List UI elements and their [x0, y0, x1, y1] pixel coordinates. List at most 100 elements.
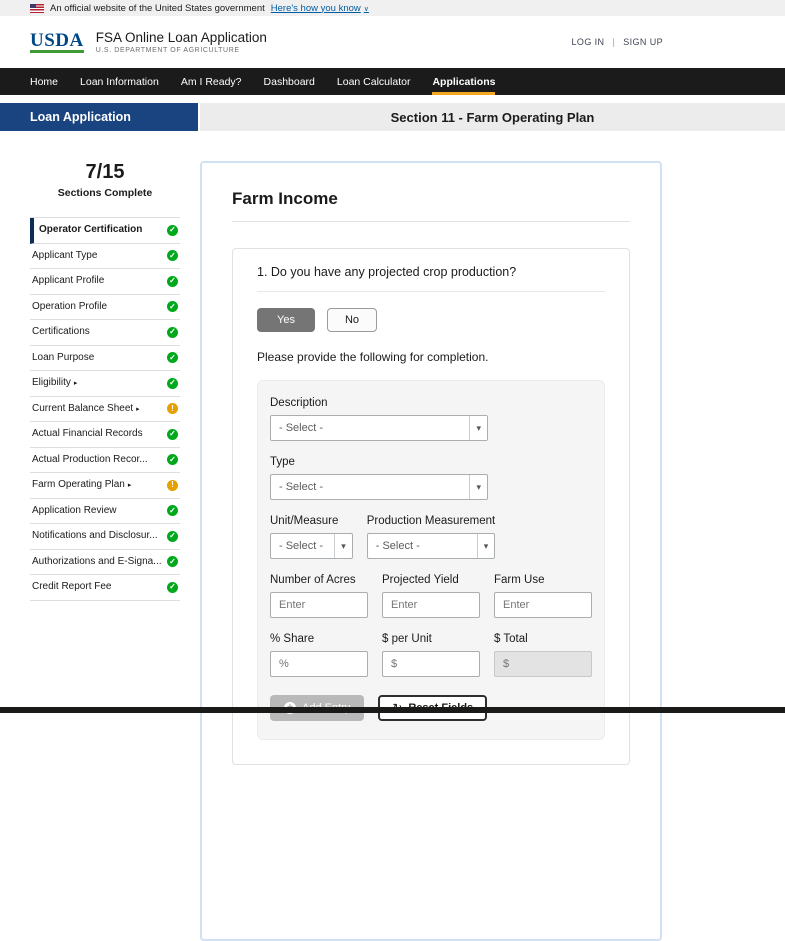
- section-label: Authorizations and E-Signa...: [32, 556, 162, 569]
- section-label: Operator Certification: [39, 224, 162, 237]
- sidebar-item-actual-production-recor[interactable]: Actual Production Recor...✓: [30, 448, 180, 474]
- sidebar-item-application-review[interactable]: Application Review✓: [30, 499, 180, 525]
- unit-measure-label: Unit/Measure: [270, 515, 353, 527]
- sidebar-item-certifications[interactable]: Certifications ✓: [30, 320, 180, 346]
- us-flag-icon: [30, 4, 44, 13]
- per-unit-input[interactable]: [382, 651, 480, 677]
- warning-icon: !: [167, 403, 178, 414]
- number-of-acres-label: Number of Acres: [270, 574, 368, 586]
- type-field: Type - Select - ▾: [270, 456, 592, 500]
- entry-form: Description - Select - ▾ Type - Select -…: [257, 380, 605, 740]
- complete-check-icon: ✓: [167, 327, 178, 338]
- warning-icon: !: [167, 480, 178, 491]
- type-select[interactable]: - Select - ▾: [270, 474, 488, 500]
- question-text: 1. Do you have any projected crop produc…: [257, 265, 605, 279]
- farm-use-label: Farm Use: [494, 574, 592, 586]
- section-label: Farm Operating Plan▸: [32, 479, 162, 492]
- login-link[interactable]: LOG IN: [572, 37, 605, 47]
- complete-check-icon: ✓: [167, 301, 178, 312]
- share-label: % Share: [270, 633, 368, 645]
- description-label: Description: [270, 397, 592, 409]
- nav-item-loan-information[interactable]: Loan Information: [80, 68, 159, 95]
- total-input: [494, 651, 592, 677]
- sidebar-item-eligibility[interactable]: Eligibility▸✓: [30, 371, 180, 397]
- nav-item-home[interactable]: Home: [30, 68, 58, 95]
- section-label: Actual Production Recor...: [32, 454, 162, 467]
- section-title: Section 11 - Farm Operating Plan: [200, 103, 785, 131]
- projected-yield-field: Projected Yield: [382, 574, 480, 618]
- nav-item-loan-calculator[interactable]: Loan Calculator: [337, 68, 411, 95]
- complete-check-icon: ✓: [167, 276, 178, 287]
- sidebar-item-authorizations-and-e-signa[interactable]: Authorizations and E-Signa... ✓: [30, 550, 180, 576]
- section-list: Operator Certification✓Applicant Type✓Ap…: [30, 217, 180, 601]
- complete-check-icon: ✓: [167, 556, 178, 567]
- unit-production-row: Unit/Measure - Select - ▾ Production Mea…: [270, 515, 592, 559]
- section-label: Notifications and Disclosur...: [32, 530, 162, 543]
- unit-measure-field: Unit/Measure - Select - ▾: [270, 515, 353, 559]
- nav-item-dashboard[interactable]: Dashboard: [264, 68, 315, 95]
- chevron-right-icon: ▸: [136, 406, 140, 413]
- sidebar-item-operation-profile[interactable]: Operation Profile ✓: [30, 295, 180, 321]
- complete-check-icon: ✓: [167, 225, 178, 236]
- complete-check-icon: ✓: [167, 378, 178, 389]
- description-field: Description - Select - ▾: [270, 397, 592, 441]
- sidebar-item-loan-purpose[interactable]: Loan Purpose✓: [30, 346, 180, 372]
- chevron-right-icon: ▸: [128, 482, 132, 489]
- section-label: Current Balance Sheet▸: [32, 403, 162, 416]
- site-subtitle: U.S. DEPARTMENT OF AGRICULTURE: [96, 47, 267, 54]
- auth-divider: |: [612, 37, 615, 47]
- sidebar-item-actual-financial-records[interactable]: Actual Financial Records✓: [30, 422, 180, 448]
- sidebar-item-credit-report-fee[interactable]: Credit Report Fee✓: [30, 575, 180, 601]
- yes-no-buttons: Yes No: [257, 308, 605, 332]
- progress-label: Sections Complete: [30, 187, 180, 199]
- site-header: USDA FSA Online Loan Application U.S. DE…: [0, 16, 785, 68]
- sidebar-item-applicant-type[interactable]: Applicant Type✓: [30, 244, 180, 270]
- yes-button[interactable]: Yes: [257, 308, 315, 332]
- complete-check-icon: ✓: [167, 352, 178, 363]
- auth-links: LOG IN | SIGN UP: [572, 37, 663, 47]
- production-measurement-select[interactable]: - Select - ▾: [367, 533, 495, 559]
- select-value: - Select -: [376, 540, 420, 552]
- gov-banner: An official website of the United States…: [0, 0, 785, 16]
- description-select[interactable]: - Select - ▾: [270, 415, 488, 441]
- nav-item-applications[interactable]: Applications: [432, 68, 495, 95]
- section-label: Certifications: [32, 326, 162, 339]
- loan-application-label: Loan Application: [0, 103, 198, 131]
- section-label: Applicant Profile: [32, 275, 162, 288]
- sidebar-item-applicant-profile[interactable]: Applicant Profile ✓: [30, 269, 180, 295]
- select-value: - Select -: [279, 481, 323, 493]
- farm-use-input[interactable]: [494, 592, 592, 618]
- number-of-acres-field: Number of Acres: [270, 574, 368, 618]
- section-label: Actual Financial Records: [32, 428, 162, 441]
- main-nav: Home Loan Information Am I Ready? Dashboard…: [0, 68, 785, 95]
- nav-item-am-i-ready[interactable]: Am I Ready?: [181, 68, 242, 95]
- divider: [257, 291, 605, 292]
- sidebar-item-notifications-and-disclosur[interactable]: Notifications and Disclosur...✓: [30, 524, 180, 550]
- select-value: - Select -: [279, 422, 323, 434]
- site-title: FSA Online Loan Application: [96, 30, 267, 45]
- caret-down-icon: ∨: [364, 5, 369, 13]
- caret-down-icon: ▾: [477, 534, 495, 558]
- sidebar-item-current-balance-sheet[interactable]: Current Balance Sheet▸!: [30, 397, 180, 423]
- how-you-know-link[interactable]: Here's how you know∨: [271, 3, 369, 14]
- main-card: Farm Income 1. Do you have any projected…: [200, 161, 662, 941]
- page-title: Farm Income: [232, 189, 630, 209]
- share-input[interactable]: [270, 651, 368, 677]
- sidebar-item-operator-certification[interactable]: Operator Certification ✓: [30, 218, 180, 244]
- unit-measure-select[interactable]: - Select - ▾: [270, 533, 353, 559]
- usda-logo[interactable]: USDA: [30, 31, 84, 54]
- section-label: Credit Report Fee: [32, 581, 162, 594]
- total-field: $ Total: [494, 633, 592, 677]
- no-button[interactable]: No: [327, 308, 377, 332]
- sidebar-item-farm-operating-plan[interactable]: Farm Operating Plan▸!: [30, 473, 180, 499]
- per-unit-label: $ per Unit: [382, 633, 480, 645]
- number-of-acres-input[interactable]: [270, 592, 368, 618]
- section-label: Operation Profile: [32, 301, 162, 314]
- select-value: - Select -: [279, 540, 323, 552]
- footer-strip: [0, 707, 785, 713]
- gov-banner-text: An official website of the United States…: [50, 3, 265, 14]
- farm-use-field: Farm Use: [494, 574, 592, 618]
- caret-down-icon: ▾: [334, 534, 352, 558]
- projected-yield-input[interactable]: [382, 592, 480, 618]
- signup-link[interactable]: SIGN UP: [623, 37, 663, 47]
